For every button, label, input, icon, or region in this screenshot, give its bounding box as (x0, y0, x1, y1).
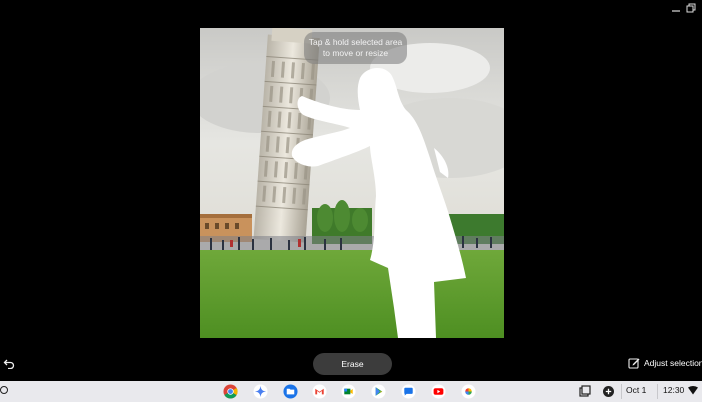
time-label: 12:30 (663, 385, 685, 395)
meet-icon[interactable] (341, 384, 356, 399)
chrome-icon[interactable] (223, 384, 238, 399)
shelf-separator (621, 384, 622, 399)
adjust-selection-button[interactable]: Adjust selection (628, 356, 702, 370)
shelf: Oct 1 12:30 (0, 381, 702, 402)
restore-window-icon[interactable] (685, 3, 697, 13)
adjust-selection-label: Adjust selection (644, 358, 702, 368)
youtube-icon[interactable] (431, 384, 446, 399)
add-circle-icon[interactable] (602, 385, 615, 398)
gmail-icon[interactable] (312, 384, 327, 399)
tooltip-line-1: Tap & hold selected area (308, 37, 403, 47)
erase-button[interactable]: Erase (313, 353, 392, 375)
screen-capture-icon[interactable] (578, 385, 591, 398)
messages-icon[interactable] (401, 384, 416, 399)
launcher-icon[interactable] (0, 386, 8, 394)
wifi-icon (688, 385, 699, 394)
play-store-icon[interactable] (371, 384, 386, 399)
erase-button-label: Erase (341, 359, 364, 369)
undo-icon[interactable] (3, 357, 15, 369)
selection-tooltip: Tap & hold selected area to move or resi… (304, 32, 407, 64)
tooltip-line-2: to move or resize (322, 48, 389, 58)
photos-icon[interactable] (461, 384, 476, 399)
shelf-separator (657, 384, 658, 399)
gemini-icon[interactable] (253, 384, 268, 399)
edit-square-icon (628, 358, 640, 369)
minimize-icon[interactable] (670, 3, 682, 13)
files-icon[interactable] (283, 384, 298, 399)
status-area[interactable]: 12:30 (663, 385, 702, 395)
date-label[interactable]: Oct 1 (626, 385, 646, 395)
photo-canvas[interactable] (200, 28, 504, 338)
